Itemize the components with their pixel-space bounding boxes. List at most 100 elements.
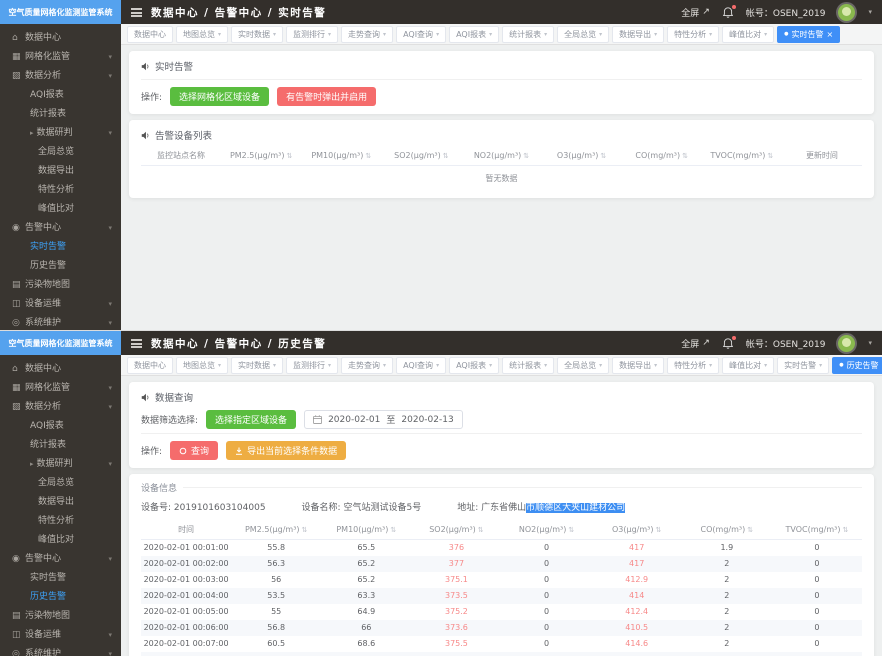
alert-popup-toggle-button[interactable]: 有告警时弹出并启用 bbox=[277, 87, 376, 106]
nav-tab[interactable]: AQI报表 bbox=[449, 357, 499, 374]
sort-icon[interactable] bbox=[521, 151, 529, 160]
sidebar-item[interactable]: ▦网格化监管▾ bbox=[0, 379, 121, 398]
empty-text: 暂无数据 bbox=[141, 166, 862, 193]
sidebar-item[interactable]: ◎系统维护▾ bbox=[0, 645, 121, 656]
sidebar-item[interactable]: 特性分析 bbox=[0, 512, 121, 531]
select-grid-devices-button[interactable]: 选择网格化区域设备 bbox=[170, 87, 269, 106]
date-range-picker[interactable]: 2020-02-01 至 2020-02-13 bbox=[304, 410, 463, 429]
sidebar-item[interactable]: ▤污染物地图 bbox=[0, 607, 121, 626]
query-button[interactable]: 查询 bbox=[170, 441, 218, 460]
notification-bell-icon[interactable] bbox=[723, 7, 733, 18]
sort-icon[interactable] bbox=[654, 525, 662, 534]
alert-center-icon: ◉ bbox=[12, 550, 25, 569]
sidebar-item[interactable]: 数据导出 bbox=[0, 162, 121, 181]
nav-tab[interactable]: 特性分析 bbox=[667, 357, 719, 374]
nav-tab[interactable]: 实时告警 bbox=[777, 26, 840, 43]
nav-tab[interactable]: 统计报表 bbox=[502, 357, 554, 374]
user-avatar[interactable] bbox=[838, 335, 855, 352]
notification-dot bbox=[732, 5, 736, 9]
sort-icon[interactable] bbox=[363, 151, 371, 160]
sort-icon[interactable] bbox=[388, 525, 396, 534]
sidebar-item[interactable]: 峰值比对 bbox=[0, 531, 121, 550]
nav-tab[interactable]: 地图总览 bbox=[176, 357, 228, 374]
nav-tab[interactable]: 数据导出 bbox=[612, 26, 664, 43]
nav-tab[interactable]: 数据导出 bbox=[612, 357, 664, 374]
sidebar-item[interactable]: AQI报表 bbox=[0, 86, 121, 105]
nav-tab[interactable]: 全局总览 bbox=[557, 357, 609, 374]
sidebar-item[interactable]: 全局总览 bbox=[0, 474, 121, 493]
sort-icon[interactable] bbox=[476, 525, 484, 534]
sidebar-item[interactable]: 特性分析 bbox=[0, 181, 121, 200]
sidebar-item[interactable]: ▸数据研判▾ bbox=[0, 124, 121, 143]
notification-bell-icon[interactable] bbox=[723, 338, 733, 349]
sidebar-item[interactable]: 历史告警 bbox=[0, 588, 121, 607]
account-caret-icon[interactable]: ▾ bbox=[868, 8, 872, 16]
sort-icon[interactable] bbox=[598, 151, 606, 160]
nav-tab[interactable]: 数据中心 bbox=[127, 357, 173, 374]
account-caret-icon[interactable]: ▾ bbox=[868, 339, 872, 347]
nav-tab[interactable]: 统计报表 bbox=[502, 26, 554, 43]
data-query-panel: 数据查询 数据筛选选择: 选择指定区域设备 2020-02-01 至 2020-… bbox=[129, 382, 874, 468]
nav-tab[interactable]: 实时数据 bbox=[231, 26, 283, 43]
fullscreen-button[interactable]: 全屏↗ bbox=[681, 337, 710, 350]
device-addr-label: 地址: bbox=[457, 503, 478, 513]
sidebar-item[interactable]: ◉告警中心▾ bbox=[0, 219, 121, 238]
sidebar-item[interactable]: AQI报表 bbox=[0, 417, 121, 436]
nav-tab[interactable]: 监测排行 bbox=[286, 357, 338, 374]
sidebar-item[interactable]: ⌂数据中心 bbox=[0, 360, 121, 379]
sort-icon[interactable] bbox=[441, 151, 449, 160]
sidebar-item[interactable]: 全局总览 bbox=[0, 143, 121, 162]
menu-toggle-icon[interactable] bbox=[131, 339, 142, 348]
sort-icon[interactable] bbox=[566, 525, 574, 534]
nav-tab[interactable]: 走势查询 bbox=[341, 26, 393, 43]
nav-tab[interactable]: 峰值比对 bbox=[722, 26, 774, 43]
nav-tab[interactable]: 峰值比对 bbox=[722, 357, 774, 374]
sidebar-item[interactable]: 实时告警 bbox=[0, 569, 121, 588]
sidebar-item[interactable]: 统计报表 bbox=[0, 436, 121, 455]
sidebar-item[interactable]: ▨数据分析▾ bbox=[0, 67, 121, 86]
sidebar-item[interactable]: ◫设备运维▾ bbox=[0, 295, 121, 314]
menu-toggle-icon[interactable] bbox=[131, 8, 142, 17]
nav-tab[interactable]: AQI查询 bbox=[396, 357, 446, 374]
sidebar-item[interactable]: ⌂数据中心 bbox=[0, 29, 121, 48]
column-header: CO(mg/m³) bbox=[682, 520, 772, 540]
header-actions: 全屏↗ 帐号：OSEN_2019 ▾ bbox=[681, 335, 872, 352]
sort-icon[interactable] bbox=[840, 525, 848, 534]
sidebar-item[interactable]: 实时告警 bbox=[0, 238, 121, 257]
sidebar-item[interactable]: ▨数据分析▾ bbox=[0, 398, 121, 417]
sidebar-item[interactable]: 历史告警 bbox=[0, 257, 121, 276]
sidebar-item[interactable]: ◫设备运维▾ bbox=[0, 626, 121, 645]
export-data-button[interactable]: 导出当前选择条件数据 bbox=[226, 441, 346, 460]
sidebar-item[interactable]: 统计报表 bbox=[0, 105, 121, 124]
nav-tab[interactable]: 监测排行 bbox=[286, 26, 338, 43]
sidebar-item[interactable]: ◎系统维护▾ bbox=[0, 314, 121, 330]
nav-tab[interactable]: 实时告警 bbox=[777, 357, 829, 374]
select-area-devices-button[interactable]: 选择指定区域设备 bbox=[206, 410, 296, 429]
sidebar-item[interactable]: ▤污染物地图 bbox=[0, 276, 121, 295]
nav-tab[interactable]: 数据中心 bbox=[127, 26, 173, 43]
sidebar-item[interactable]: 数据导出 bbox=[0, 493, 121, 512]
nav-tab[interactable]: AQI报表 bbox=[449, 26, 499, 43]
sidebar-item[interactable]: ▦网格化监管▾ bbox=[0, 48, 121, 67]
nav-tab[interactable]: 走势查询 bbox=[341, 357, 393, 374]
nav-tab[interactable]: AQI查询 bbox=[396, 26, 446, 43]
sort-icon[interactable] bbox=[745, 525, 753, 534]
nav-tab[interactable]: 特性分析 bbox=[667, 26, 719, 43]
nav-tab[interactable]: 地图总览 bbox=[176, 26, 228, 43]
pollutant-map-icon: ▤ bbox=[12, 276, 25, 295]
sidebar-item[interactable]: ▸数据研判▾ bbox=[0, 455, 121, 474]
nav-tab[interactable]: 历史告警 bbox=[832, 357, 882, 374]
device-info-row: 设备号: 2019101603104005 设备名称: 空气站测试设备5号 地址… bbox=[141, 500, 862, 513]
sidebar-item[interactable]: ◉告警中心▾ bbox=[0, 550, 121, 569]
user-avatar[interactable] bbox=[838, 4, 855, 21]
sidebar-item[interactable]: 峰值比对 bbox=[0, 200, 121, 219]
nav-tab[interactable]: 全局总览 bbox=[557, 26, 609, 43]
fullscreen-button[interactable]: 全屏↗ bbox=[681, 6, 710, 19]
sort-icon[interactable] bbox=[285, 151, 293, 160]
nav-tab[interactable]: 实时数据 bbox=[231, 357, 283, 374]
sort-icon[interactable] bbox=[765, 151, 773, 160]
column-header: NO2(μg/m³) bbox=[502, 520, 592, 540]
chevron-down-icon: ▾ bbox=[108, 314, 112, 330]
sort-icon[interactable] bbox=[300, 525, 308, 534]
sort-icon[interactable] bbox=[680, 151, 688, 160]
